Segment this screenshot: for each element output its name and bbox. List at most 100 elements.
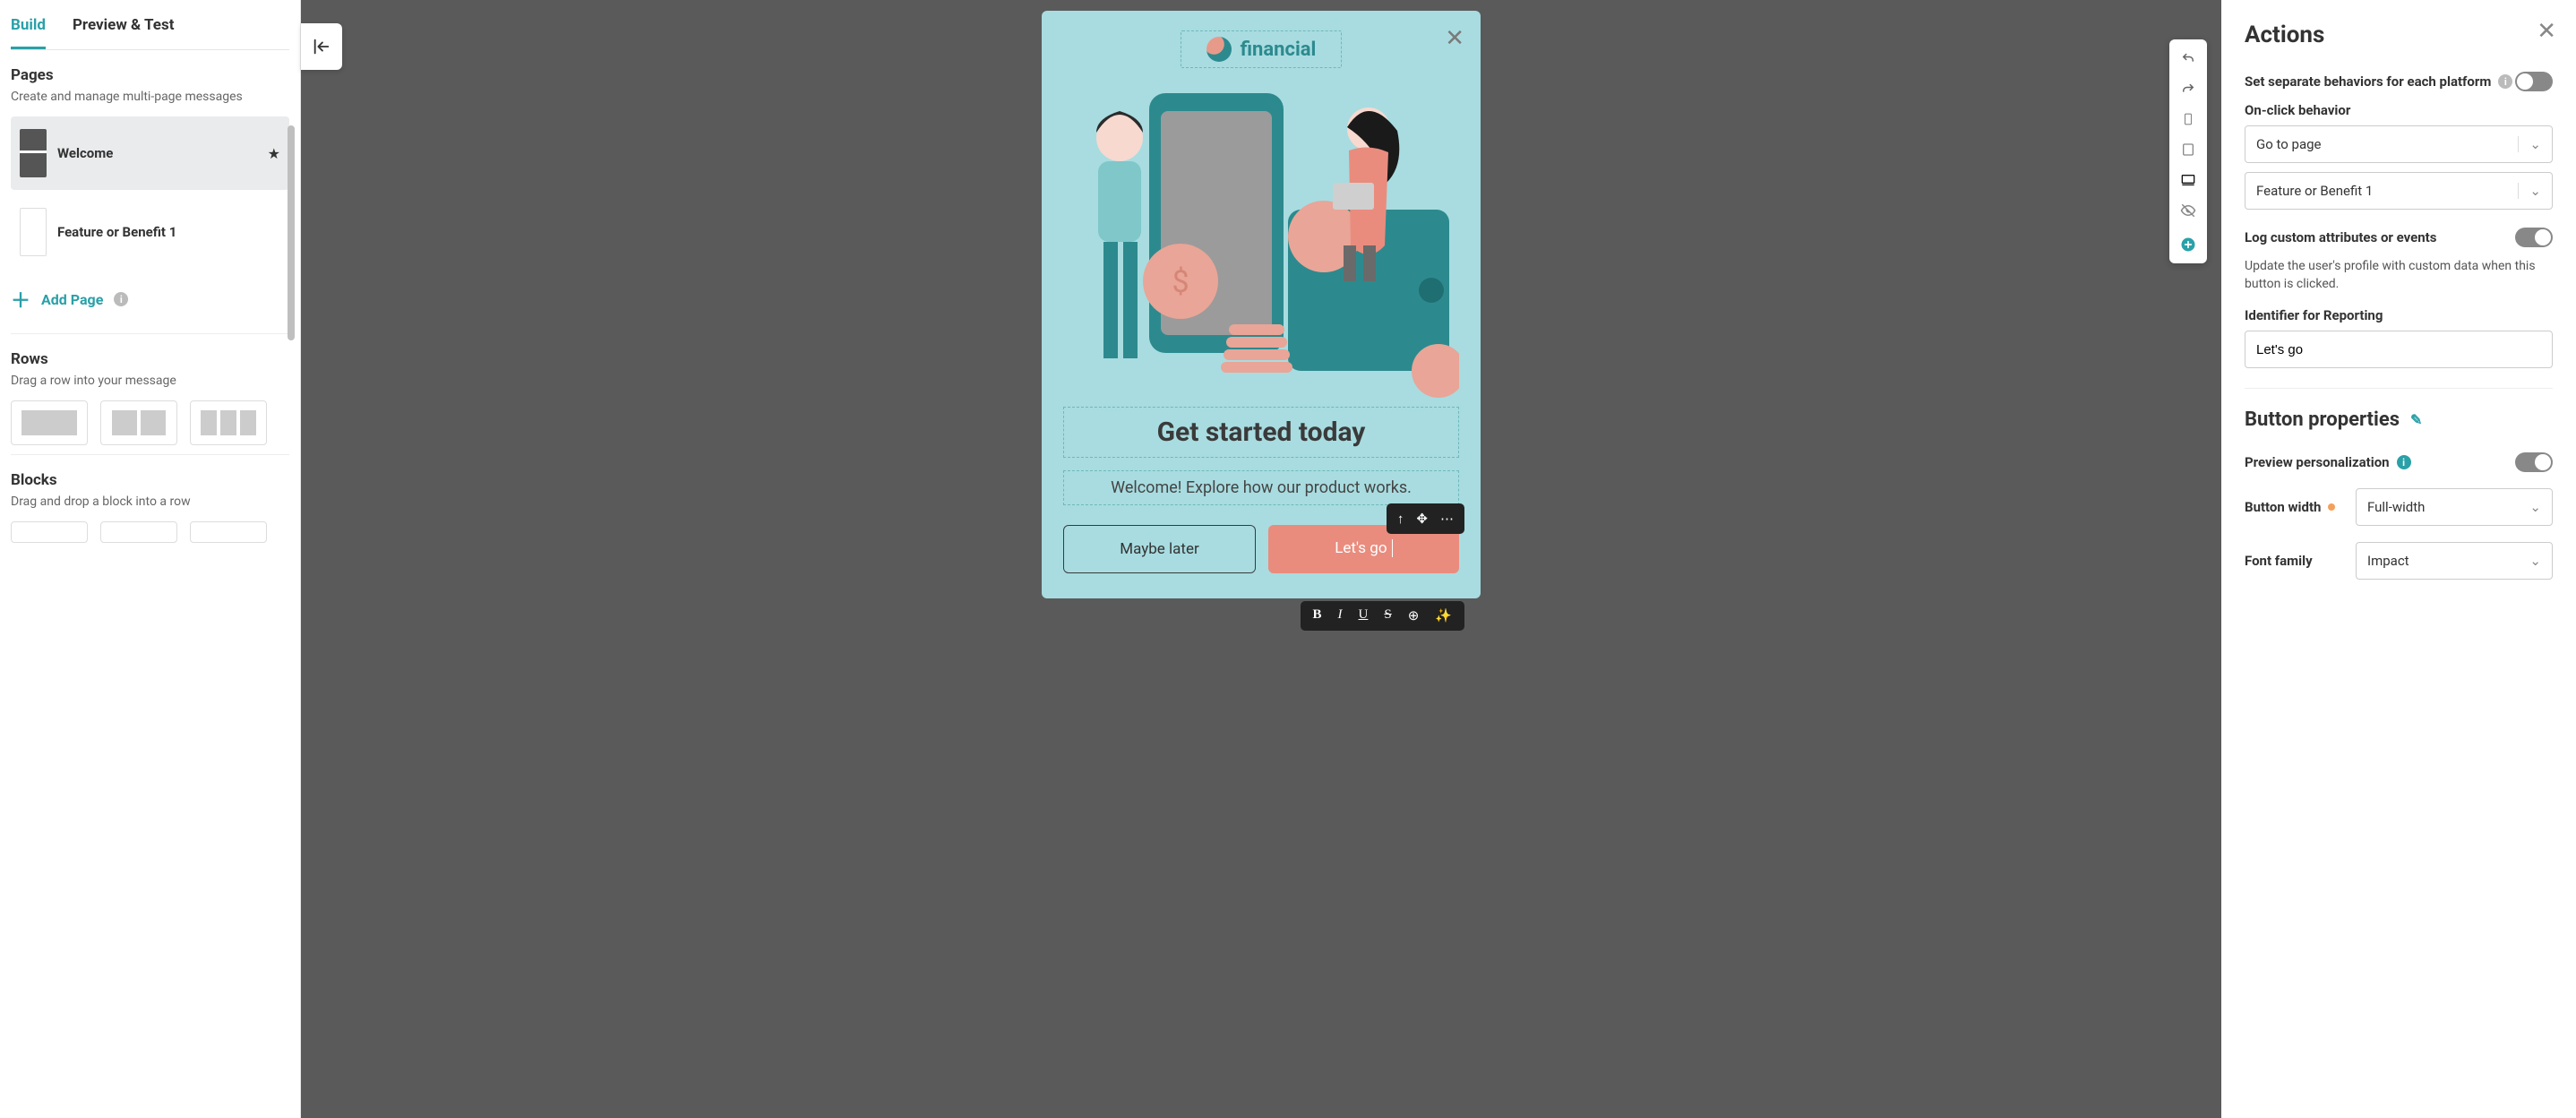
rows-title: Rows bbox=[11, 350, 289, 368]
modified-indicator-icon bbox=[2328, 503, 2335, 511]
onclick-behavior-select[interactable]: Go to page ⌄ bbox=[2245, 125, 2553, 163]
log-attrs-label: Log custom attributes or events bbox=[2245, 229, 2436, 245]
rows-desc: Drag a row into your message bbox=[11, 374, 289, 388]
chevron-down-icon: ⌄ bbox=[2518, 183, 2541, 199]
page-item-feature[interactable]: Feature or Benefit 1 bbox=[11, 195, 289, 269]
font-family-select[interactable]: Impact ⌄ bbox=[2356, 542, 2553, 580]
brand-row[interactable]: financial bbox=[1181, 30, 1343, 68]
brand-logo-icon bbox=[1206, 37, 1232, 62]
close-panel-icon[interactable]: ✕ bbox=[2537, 18, 2556, 45]
headline-block[interactable]: Get started today bbox=[1063, 407, 1459, 458]
bold-icon[interactable]: B bbox=[1313, 607, 1322, 624]
pages-desc: Create and manage multi-page messages bbox=[11, 90, 289, 104]
add-page-label: Add Page bbox=[41, 291, 103, 308]
add-page-button[interactable]: ＋ Add Page i bbox=[11, 269, 289, 324]
undo-button[interactable] bbox=[2173, 45, 2203, 72]
block-option[interactable] bbox=[11, 521, 88, 543]
info-icon: i bbox=[114, 292, 128, 306]
pages-title: Pages bbox=[11, 66, 289, 84]
page-item-welcome[interactable]: Welcome ★ bbox=[11, 116, 289, 190]
block-option[interactable] bbox=[190, 521, 267, 543]
strike-icon[interactable]: S bbox=[1384, 607, 1391, 624]
add-element-button[interactable] bbox=[2173, 231, 2203, 258]
page-label: Feature or Benefit 1 bbox=[57, 224, 280, 240]
row-layout-1col[interactable] bbox=[11, 400, 88, 445]
scrollbar[interactable] bbox=[288, 125, 295, 340]
close-icon[interactable]: ✕ bbox=[1445, 25, 1464, 52]
divider bbox=[11, 454, 289, 455]
canvas-area: ✕ financial $ bbox=[301, 0, 2221, 1118]
text-toolbar: B I U S ⊕ ✨ bbox=[1301, 601, 1464, 631]
illustration[interactable]: $ bbox=[1063, 84, 1459, 398]
button-width-value: Full-width bbox=[2367, 499, 2425, 515]
desktop-view-button[interactable] bbox=[2173, 167, 2203, 194]
button-properties-title: Button properties ✎ bbox=[2245, 408, 2553, 431]
insert-icon[interactable]: ⊕ bbox=[1408, 607, 1420, 624]
divider bbox=[2245, 388, 2553, 389]
tab-preview[interactable]: Preview & Test bbox=[73, 16, 175, 49]
blocks-grid bbox=[11, 521, 289, 543]
subline-block[interactable]: Welcome! Explore how our product works. bbox=[1063, 470, 1459, 505]
message-preview[interactable]: ✕ financial $ bbox=[1042, 11, 1481, 598]
button-width-label: Button width bbox=[2245, 499, 2335, 515]
onclick-target: Feature or Benefit 1 bbox=[2256, 183, 2373, 199]
info-icon[interactable]: i bbox=[2498, 74, 2512, 89]
italic-icon[interactable]: I bbox=[1338, 607, 1343, 624]
brand-text: financial bbox=[1241, 39, 1317, 61]
info-icon[interactable]: i bbox=[2397, 455, 2411, 469]
collapse-icon bbox=[312, 37, 331, 56]
left-panel: Build Preview & Test Pages Create and ma… bbox=[0, 0, 301, 1118]
preview-personalization-label: Preview personalization i bbox=[2245, 454, 2411, 470]
move-up-icon[interactable]: ↑ bbox=[1397, 511, 1404, 527]
collapse-panel-button[interactable] bbox=[301, 23, 342, 70]
separate-behaviors-toggle[interactable] bbox=[2515, 72, 2553, 91]
viewport-toolbar bbox=[2169, 39, 2207, 263]
onclick-value: Go to page bbox=[2256, 136, 2322, 152]
more-icon[interactable]: ⋯ bbox=[1440, 511, 1454, 527]
pencil-icon[interactable]: ✎ bbox=[2410, 411, 2422, 428]
page-thumb bbox=[20, 129, 47, 177]
headline-text: Get started today bbox=[1073, 417, 1449, 448]
primary-button-label: Let's go bbox=[1335, 539, 1387, 557]
log-attrs-desc: Update the user's profile with custom da… bbox=[2245, 258, 2553, 293]
page-list: Welcome ★ Feature or Benefit 1 bbox=[11, 116, 289, 269]
separate-behaviors-label: Set separate behaviors for each platform… bbox=[2245, 73, 2512, 90]
actions-title: Actions bbox=[2245, 22, 2553, 48]
divider bbox=[11, 333, 289, 334]
font-family-label: Font family bbox=[2245, 553, 2313, 569]
blocks-desc: Drag and drop a block into a row bbox=[11, 494, 289, 509]
font-family-value: Impact bbox=[2367, 553, 2409, 569]
identifier-input[interactable] bbox=[2245, 331, 2553, 368]
onclick-target-select[interactable]: Feature or Benefit 1 ⌄ bbox=[2245, 172, 2553, 210]
tabs: Build Preview & Test bbox=[11, 0, 289, 50]
page-thumb bbox=[20, 208, 47, 256]
log-attrs-toggle[interactable] bbox=[2515, 228, 2553, 247]
svg-text:$: $ bbox=[1172, 264, 1189, 300]
rows-grid bbox=[11, 400, 289, 445]
page-label: Welcome bbox=[57, 145, 257, 161]
subline-text: Welcome! Explore how our product works. bbox=[1071, 478, 1451, 497]
block-option[interactable] bbox=[100, 521, 177, 543]
row-layout-3col[interactable] bbox=[190, 400, 267, 445]
element-toolbar: ↑ ✥ ⋯ bbox=[1387, 503, 1464, 534]
underline-icon[interactable]: U bbox=[1359, 607, 1369, 624]
preview-personalization-toggle[interactable] bbox=[2515, 452, 2553, 472]
visibility-button[interactable] bbox=[2173, 197, 2203, 224]
chevron-down-icon: ⌄ bbox=[2529, 553, 2541, 569]
plus-icon: ＋ bbox=[11, 285, 30, 314]
right-panel: ✕ Actions Set separate behaviors for eac… bbox=[2221, 0, 2576, 1118]
chevron-down-icon: ⌄ bbox=[2518, 136, 2541, 152]
star-icon: ★ bbox=[268, 145, 280, 162]
mobile-view-button[interactable] bbox=[2173, 106, 2203, 133]
magic-icon[interactable]: ✨ bbox=[1435, 607, 1452, 624]
chevron-down-icon: ⌄ bbox=[2529, 499, 2541, 515]
move-icon[interactable]: ✥ bbox=[1416, 511, 1428, 527]
tablet-view-button[interactable] bbox=[2173, 136, 2203, 163]
row-layout-2col[interactable] bbox=[100, 400, 177, 445]
identifier-label: Identifier for Reporting bbox=[2245, 307, 2553, 323]
redo-button[interactable] bbox=[2173, 75, 2203, 102]
tab-build[interactable]: Build bbox=[11, 16, 46, 49]
onclick-label: On-click behavior bbox=[2245, 102, 2553, 118]
button-width-select[interactable]: Full-width ⌄ bbox=[2356, 488, 2553, 526]
secondary-button[interactable]: Maybe later bbox=[1063, 525, 1256, 573]
